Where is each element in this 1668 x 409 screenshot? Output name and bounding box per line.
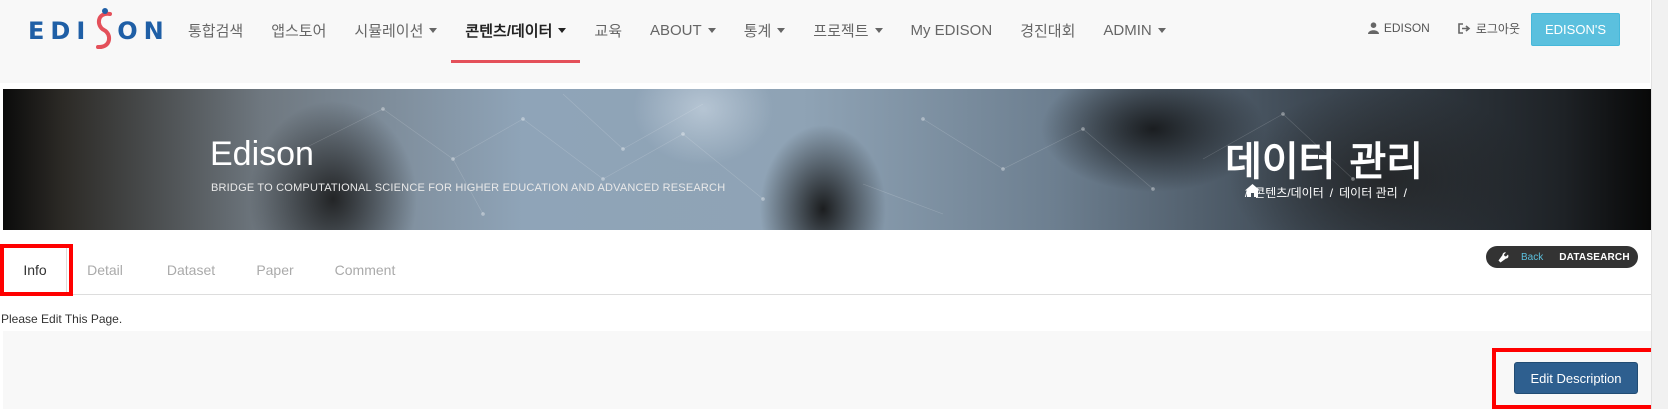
tab-paper[interactable]: Paper [239, 245, 311, 295]
page-title: 데이터 관리 [1225, 139, 1423, 185]
caret-down-icon [429, 27, 438, 33]
nav-item-label: 앱스토어 [271, 22, 327, 40]
datasearch-pill: Back DATASEARCH [1486, 246, 1638, 268]
banner-subtitle: BRIDGE TO COMPUTATIONAL SCIENCE FOR HIGH… [211, 182, 726, 194]
tab-bar: Info Detail Dataset Paper Comment [3, 245, 1653, 295]
tab-info[interactable]: Info [3, 245, 67, 295]
caret-down-icon [777, 27, 786, 33]
breadcrumb-separator: / [1403, 185, 1407, 200]
logout-link[interactable]: 로그아웃 [1458, 20, 1520, 37]
nav-item-label: 통합검색 [188, 22, 244, 40]
top-navbar: EDI ON 통합검색 앱스토어 시뮬레이션 콘텐츠/데이터 교육 ABOUT … [0, 0, 1650, 83]
logout-label: 로그아웃 [1475, 21, 1520, 36]
nav-item-admin[interactable]: ADMIN [1089, 0, 1179, 60]
edison-logo[interactable]: EDI ON [28, 6, 170, 56]
caret-down-icon [558, 27, 567, 33]
datasearch-link[interactable]: DATASEARCH [1559, 252, 1630, 263]
sign-out-icon [1458, 22, 1471, 34]
nav-item-label: 교육 [594, 22, 622, 40]
nav-item-integrated-search[interactable]: 통합검색 [174, 0, 257, 60]
nav-item-label: 콘텐츠/데이터 [465, 22, 553, 40]
tab-detail[interactable]: Detail [67, 245, 143, 295]
page: EDI ON 통합검색 앱스토어 시뮬레이션 콘텐츠/데이터 교육 ABOUT … [0, 0, 1668, 409]
nav-item-app-store[interactable]: 앱스토어 [257, 0, 340, 60]
nav-item-label: 시뮬레이션 [354, 22, 424, 40]
logo-s-mark-icon [93, 6, 115, 56]
user-link[interactable]: EDISON [1367, 21, 1430, 35]
breadcrumb-item-contents-data[interactable]: 콘텐츠/데이터 [1254, 184, 1324, 201]
breadcrumb-item-data-management[interactable]: 데이터 관리 [1339, 184, 1398, 201]
nav-item-my-edison[interactable]: My EDISON [897, 0, 1007, 60]
nav-item-statistics[interactable]: 통계 [730, 0, 800, 60]
nav-item-label: ADMIN [1103, 21, 1152, 39]
caret-down-icon [1157, 27, 1166, 33]
user-menu: EDISON 로그아웃 [1367, 0, 1520, 56]
nav-item-project[interactable]: 프로젝트 [799, 0, 896, 60]
nav-item-simulation[interactable]: 시뮬레이션 [340, 0, 451, 60]
user-label: EDISON [1383, 21, 1430, 35]
description-text: Please Edit This Page. [1, 312, 123, 326]
hero-banner: Edison BRIDGE TO COMPUTATIONAL SCIENCE F… [3, 89, 1651, 230]
nav-item-label: My EDISON [910, 21, 993, 39]
edit-description-button[interactable]: Edit Description [1514, 362, 1638, 394]
banner-title: Edison [210, 135, 314, 173]
home-icon[interactable] [1244, 184, 1260, 197]
tab-comment[interactable]: Comment [311, 245, 419, 295]
back-link[interactable]: Back [1521, 252, 1543, 263]
breadcrumb: / 콘텐츠/데이터 / 데이터 관리 / [1244, 184, 1407, 201]
logo-text-right: ON [117, 17, 170, 45]
wrench-icon [1498, 251, 1509, 262]
nav-item-contents-data[interactable]: 콘텐츠/데이터 [451, 0, 581, 63]
nav-item-about[interactable]: ABOUT [636, 0, 730, 60]
nav-item-label: 프로젝트 [813, 22, 869, 40]
breadcrumb-separator: / [1329, 185, 1334, 200]
main-nav: 통합검색 앱스토어 시뮬레이션 콘텐츠/데이터 교육 ABOUT 통계 프로젝트… [174, 0, 1180, 63]
nav-item-education[interactable]: 교육 [580, 0, 636, 60]
action-area [3, 331, 1653, 409]
user-icon [1367, 22, 1379, 34]
caret-down-icon [707, 27, 716, 33]
nav-item-label: 통계 [743, 22, 772, 40]
logo-text-left: EDI [28, 17, 92, 45]
nav-item-label: 경진대회 [1020, 22, 1076, 40]
edisons-button[interactable]: EDISON'S [1531, 13, 1620, 46]
scrollbar[interactable] [1651, 0, 1668, 409]
nav-item-label: ABOUT [650, 21, 702, 39]
nav-item-competition[interactable]: 경진대회 [1006, 0, 1089, 60]
caret-down-icon [874, 27, 883, 33]
tab-dataset[interactable]: Dataset [143, 245, 239, 295]
